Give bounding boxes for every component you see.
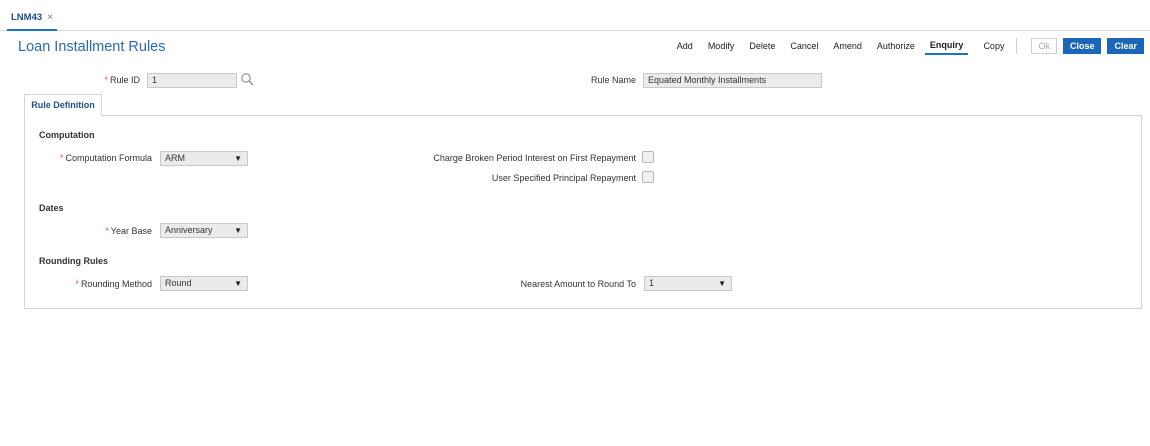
- rule-id-label: * Rule ID: [104, 75, 140, 85]
- charge-broken-period-checkbox[interactable]: [642, 151, 654, 163]
- toolbar: Add Modify Delete Cancel Amend Authorize…: [662, 37, 1144, 55]
- chevron-down-icon: ▼: [718, 279, 726, 288]
- rounding-method-select[interactable]: Round ▼: [160, 276, 248, 291]
- user-specified-principal-label: User Specified Principal Repayment: [491, 173, 636, 183]
- year-base-label: * Year Base: [105, 226, 152, 236]
- chevron-down-icon: ▼: [234, 154, 242, 163]
- close-button[interactable]: Close: [1062, 38, 1102, 54]
- nearest-amount-value: 1: [649, 278, 655, 288]
- page-title: Loan Installment Rules: [18, 39, 166, 55]
- clear-button[interactable]: Clear: [1107, 38, 1144, 54]
- copy-button[interactable]: Copy: [983, 38, 1004, 54]
- delete-button[interactable]: Delete: [749, 38, 775, 54]
- tab-lnm43[interactable]: LNM43 ×: [7, 11, 57, 31]
- rule-id-input[interactable]: 1: [147, 73, 237, 88]
- close-icon[interactable]: ×: [47, 11, 53, 25]
- add-button[interactable]: Add: [677, 38, 693, 54]
- cancel-button[interactable]: Cancel: [790, 38, 818, 54]
- nearest-amount-select[interactable]: 1 ▼: [644, 276, 732, 291]
- rule-name-input[interactable]: Equated Monthly Installments: [643, 73, 822, 88]
- modify-button[interactable]: Modify: [708, 38, 735, 54]
- user-specified-principal-checkbox[interactable]: [642, 171, 654, 183]
- ok-button[interactable]: Ok: [1031, 38, 1057, 54]
- chevron-down-icon: ▼: [234, 226, 242, 235]
- computation-formula-label: * Computation Formula: [59, 153, 152, 163]
- toolbar-divider: [1016, 38, 1018, 54]
- amend-button[interactable]: Amend: [833, 38, 862, 54]
- year-base-value: Anniversary: [165, 225, 213, 235]
- computation-section-title: Computation: [39, 130, 95, 140]
- dates-section-title: Dates: [39, 203, 64, 213]
- charge-broken-period-label: Charge Broken Period Interest on First R…: [433, 153, 636, 163]
- computation-formula-select[interactable]: ARM ▼: [160, 151, 248, 166]
- chevron-down-icon: ▼: [234, 279, 242, 288]
- year-base-select[interactable]: Anniversary ▼: [160, 223, 248, 238]
- authorize-button[interactable]: Authorize: [877, 38, 915, 54]
- rounding-method-value: Round: [165, 278, 192, 288]
- nearest-amount-label: Nearest Amount to Round To: [520, 279, 636, 289]
- rule-name-label: Rule Name: [590, 75, 636, 85]
- tab-bar: LNM43 ×: [0, 0, 1150, 31]
- rounding-section-title: Rounding Rules: [39, 256, 108, 266]
- enquiry-button[interactable]: Enquiry: [924, 37, 969, 55]
- computation-formula-value: ARM: [165, 153, 185, 163]
- tab-label: LNM43: [11, 12, 43, 23]
- rounding-method-label: * Rounding Method: [75, 279, 152, 289]
- search-icon[interactable]: [240, 72, 254, 86]
- tab-rule-definition[interactable]: Rule Definition: [24, 94, 102, 116]
